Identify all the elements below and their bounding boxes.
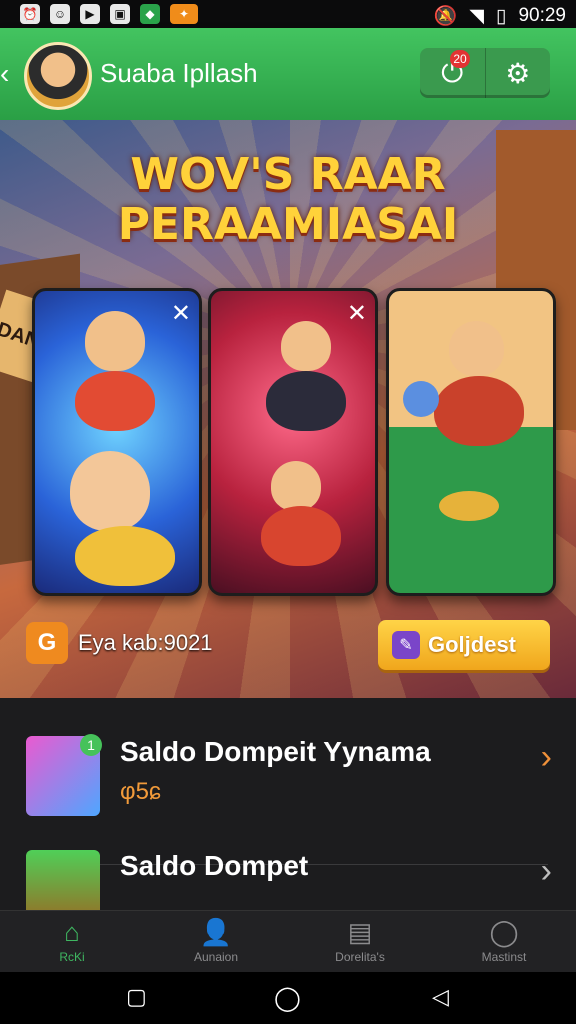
character-body-2 bbox=[261, 506, 341, 566]
tab-home[interactable]: ⌂ RcKi bbox=[0, 911, 144, 973]
play-icon: ▶ bbox=[80, 4, 100, 24]
bottom-tab-bar: ⌂ RcKi 👤 Aunaion ▤ Dorelita's ◯ Mastinst bbox=[0, 910, 576, 973]
power-button[interactable]: ⏻ 20 bbox=[420, 48, 485, 98]
recents-icon[interactable]: ▢ bbox=[126, 984, 147, 1010]
mute-icon: 🔕 bbox=[433, 6, 458, 27]
character-head bbox=[85, 311, 145, 371]
profile-icon: ◯ bbox=[489, 917, 519, 947]
battery-icon: ▯ bbox=[495, 5, 507, 27]
tab-profile[interactable]: ◯ Mastinst bbox=[432, 911, 576, 973]
character-shirt bbox=[75, 526, 175, 586]
header-actions: ⏻ 20 ⚙ bbox=[420, 48, 550, 98]
game-icon: ◆ bbox=[140, 4, 160, 24]
chevron-right-icon[interactable]: › bbox=[541, 852, 552, 891]
status-time: 90:29 bbox=[518, 5, 566, 26]
character-card-3[interactable] bbox=[386, 288, 556, 596]
character-card-2[interactable]: ✕ bbox=[208, 288, 378, 596]
gold-button-label: Goljdest bbox=[428, 632, 517, 657]
ticket-icon: ✎ bbox=[392, 631, 420, 659]
g-badge-icon: G bbox=[26, 622, 68, 664]
person-icon: 👤 bbox=[199, 917, 233, 947]
settings-button[interactable]: ⚙ bbox=[484, 48, 551, 98]
tab-label: Mastinst bbox=[481, 950, 527, 964]
face-icon: ☺ bbox=[50, 4, 70, 24]
list-item-badge: 1 bbox=[80, 734, 102, 756]
tab-person[interactable]: 👤 Aunaion bbox=[144, 911, 288, 973]
character-body bbox=[266, 371, 346, 431]
character-body bbox=[434, 376, 524, 446]
list-item-subtitle: φ5ɕ bbox=[120, 778, 161, 805]
tab-label: Dorelita's bbox=[335, 950, 385, 964]
user-tag-text: Eya kab:9021 bbox=[78, 630, 213, 655]
back-arrow-icon[interactable]: ‹ bbox=[0, 58, 9, 90]
gear-icon: ⚙ bbox=[505, 57, 531, 89]
list-item[interactable]: 1 Saldo Dompeit Yynama φ5ɕ › bbox=[0, 730, 576, 865]
avatar[interactable] bbox=[24, 42, 92, 110]
tab-label: Aunaion bbox=[193, 950, 239, 964]
status-bar: ⏰ ☺ ▶ ▣ ◆ ✦ 🔕 ◥ ▯ 90:29 bbox=[0, 0, 576, 28]
list-item-title: Saldo Dompet bbox=[120, 850, 309, 881]
close-icon[interactable]: ✕ bbox=[347, 299, 367, 328]
coin-icon bbox=[439, 491, 499, 521]
gold-button[interactable]: ✎ Goljdest bbox=[378, 620, 550, 670]
character-face bbox=[70, 451, 150, 531]
wallet-list: 1 Saldo Dompeit Yynama φ5ɕ › Saldo Dompe… bbox=[0, 698, 576, 930]
list-item-title: Saldo Dompeit Yynama bbox=[120, 736, 431, 767]
headline-line-1: WOV'S RAAR bbox=[130, 149, 446, 200]
chevron-right-icon[interactable]: › bbox=[541, 738, 552, 777]
app-icon: ✦ bbox=[170, 4, 198, 24]
status-left-icons: ⏰ ☺ ▶ ▣ ◆ ✦ bbox=[20, 4, 198, 24]
character-card-1[interactable]: ✕ bbox=[32, 288, 202, 596]
tab-document[interactable]: ▤ Dorelita's bbox=[288, 911, 432, 973]
status-right: 🔕 ◥ ▯ 90:29 bbox=[434, 4, 566, 28]
page-title: Suaba Ipllash bbox=[100, 58, 258, 88]
user-tag: G Eya kab:9021 bbox=[26, 622, 213, 664]
document-icon: ▤ bbox=[347, 917, 373, 947]
alarm-icon: ⏰ bbox=[20, 4, 40, 24]
tab-label: RcKi bbox=[59, 950, 85, 964]
ball-icon bbox=[403, 381, 439, 417]
bag-icon: ▣ bbox=[110, 4, 130, 24]
home-circle-icon[interactable]: ◯ bbox=[274, 984, 301, 1013]
character-head bbox=[449, 321, 504, 376]
character-head bbox=[281, 321, 331, 371]
back-triangle-icon[interactable]: ◁ bbox=[432, 984, 449, 1010]
notification-badge: 20 bbox=[450, 50, 470, 68]
headline-line-2: PERAAMIASAI bbox=[117, 199, 459, 250]
system-nav-bar: ▢ ◯ ◁ bbox=[0, 972, 576, 1024]
character-body bbox=[75, 371, 155, 431]
close-icon[interactable]: ✕ bbox=[171, 299, 191, 328]
home-icon: ⌂ bbox=[64, 917, 80, 947]
promo-banner[interactable]: DANGE WOV'S RAAR PERAAMIASAI ✕ ✕ G Eya k… bbox=[0, 120, 576, 698]
banner-headline: WOV'S RAAR PERAAMIASAI bbox=[0, 150, 576, 250]
app-header: ‹ Suaba Ipllash ⏻ 20 ⚙ bbox=[0, 28, 576, 120]
wifi-icon: ◥ bbox=[469, 5, 484, 27]
character-head-2 bbox=[271, 461, 321, 511]
